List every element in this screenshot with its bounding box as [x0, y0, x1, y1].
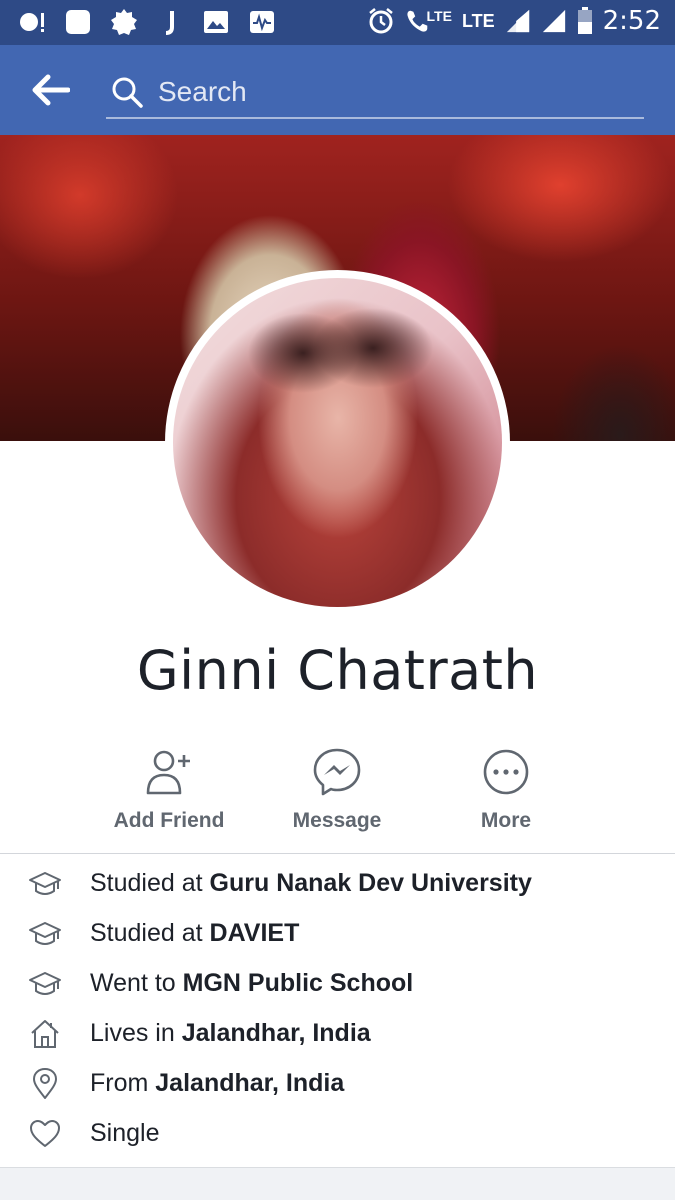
intro-item-current-city[interactable]: Lives in Jalandhar, India	[0, 1009, 675, 1059]
home-icon	[31, 1020, 59, 1048]
location-pin-icon	[33, 1068, 57, 1099]
heart-icon	[30, 1120, 60, 1147]
battery-icon	[577, 7, 592, 34]
intro-value[interactable]: Guru Nanak Dev University	[210, 869, 532, 897]
add-friend-label: Add Friend	[113, 809, 225, 832]
clock: 2:52	[602, 6, 661, 36]
intro-prefix: Studied at	[90, 869, 210, 897]
lte-label: LTE	[426, 8, 452, 24]
profile-picture[interactable]	[165, 270, 510, 615]
search-input[interactable]	[158, 73, 628, 111]
intro-prefix: Lives in	[90, 1019, 182, 1047]
search-bar[interactable]	[106, 69, 644, 119]
profile-actions: Add Friend Message More	[0, 747, 675, 847]
intro-value[interactable]: Jalandhar, India	[182, 1019, 371, 1047]
message-button[interactable]: Message	[252, 747, 422, 847]
message-label: Message	[292, 809, 382, 832]
profile-name: Ginni Chatrath	[136, 639, 539, 702]
system-status: LTE LTE 2:52	[367, 6, 661, 36]
status-bar: LTE LTE 2:52	[0, 0, 675, 45]
intro-value[interactable]: DAVIET	[210, 919, 300, 947]
divider	[0, 853, 675, 854]
back-arrow-icon[interactable]	[30, 72, 70, 108]
intro-item-education[interactable]: Studied at DAVIET	[0, 909, 675, 959]
add-friend-icon	[146, 750, 190, 795]
section-separator	[0, 1167, 675, 1200]
profile-picture-image	[173, 278, 502, 607]
intro-value[interactable]: MGN Public School	[183, 969, 414, 997]
signal-icon	[506, 9, 529, 33]
more-button[interactable]: More	[421, 747, 591, 847]
search-icon	[112, 77, 143, 108]
more-icon	[483, 749, 529, 795]
intro-value[interactable]: Jalandhar, India	[155, 1069, 344, 1097]
intro-item-education[interactable]: Studied at Guru Nanak Dev University	[0, 859, 675, 909]
intro-prefix: From	[90, 1069, 156, 1097]
intro-item-hometown[interactable]: From Jalandhar, India	[0, 1059, 675, 1109]
graduation-cap-icon	[29, 972, 61, 995]
opera-notification-icon	[20, 13, 44, 32]
app-notification-icon	[66, 10, 90, 34]
intro-prefix: Single	[90, 1119, 160, 1147]
intro-item-relationship[interactable]: Single	[0, 1109, 675, 1159]
signal-icon-2	[542, 9, 565, 33]
badge-notification-icon	[111, 9, 137, 35]
lte-label-2: LTE	[461, 10, 495, 31]
intro-prefix: Went to	[90, 969, 183, 997]
notification-icons	[18, 8, 276, 36]
app-bar	[0, 45, 675, 135]
gallery-notification-icon	[204, 11, 228, 33]
more-label: More	[480, 809, 532, 832]
activity-notification-icon	[250, 11, 274, 33]
j-notification-icon	[165, 11, 174, 35]
graduation-cap-icon	[29, 872, 61, 895]
messenger-icon	[313, 748, 361, 796]
intro-prefix: Studied at	[90, 919, 210, 947]
alarm-icon	[368, 8, 393, 34]
intro-item-education[interactable]: Went to MGN Public School	[0, 959, 675, 1009]
graduation-cap-icon	[29, 922, 61, 945]
add-friend-button[interactable]: Add Friend	[84, 747, 254, 847]
